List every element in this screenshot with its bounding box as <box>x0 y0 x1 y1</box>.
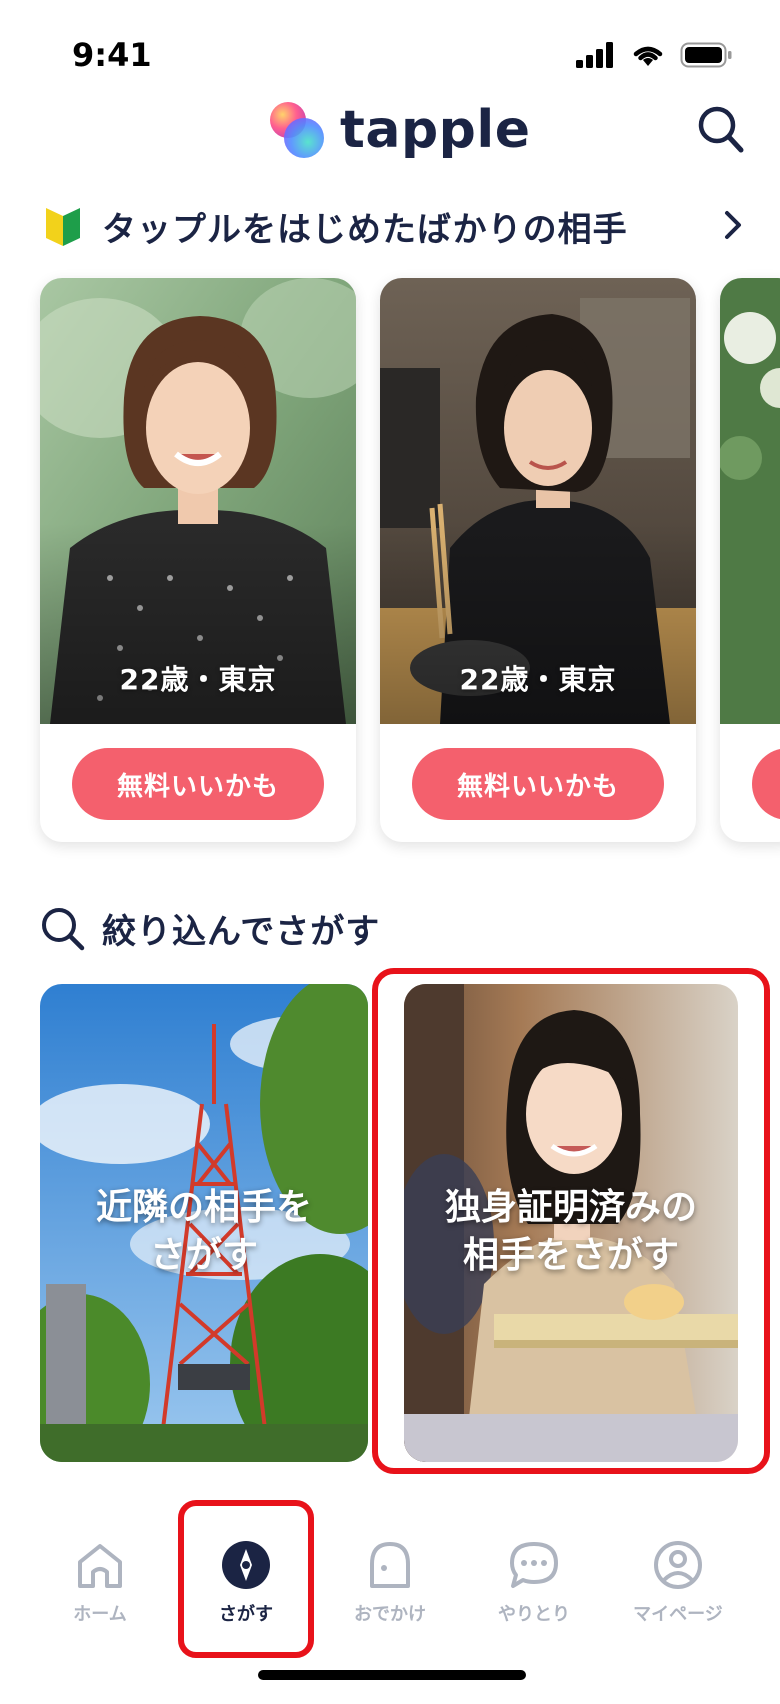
status-icons <box>576 42 732 68</box>
nav-item-mypage[interactable]: マイページ <box>618 1540 738 1626</box>
free-like-button[interactable]: 無料いいかも <box>412 748 664 820</box>
status-time: 9:41 <box>72 36 152 74</box>
nav-label-messages: やりとり <box>498 1604 570 1625</box>
nav-label-mypage: マイページ <box>633 1604 723 1625</box>
bottom-navigation: ホーム さがす おでかけ やりとり マイページ <box>0 1510 780 1660</box>
new-users-section-header[interactable]: タップルをはじめたばかりの相手 <box>44 198 744 254</box>
outing-icon <box>370 1542 410 1588</box>
profile-card[interactable] <box>720 278 780 842</box>
free-like-button[interactable] <box>752 748 780 820</box>
chevron-right-icon[interactable] <box>722 208 744 242</box>
filter-search-section-header: 絞り込んでさがす <box>40 904 380 953</box>
nearby-search-card[interactable]: 近隣の相手を さがす <box>40 984 368 1462</box>
nearby-search-label: 近隣の相手を さがす <box>95 1187 312 1276</box>
filter-search-section-title: 絞り込んでさがす <box>102 912 381 952</box>
search-button[interactable] <box>696 104 746 156</box>
beginner-mark-icon <box>46 208 80 246</box>
nav-label-outing: おでかけ <box>354 1604 426 1625</box>
new-users-section-title: タップルをはじめたばかりの相手 <box>102 209 628 250</box>
battery-icon <box>680 42 732 68</box>
profile-icon <box>654 1541 702 1589</box>
chat-icon <box>510 1542 558 1588</box>
search-icon <box>42 907 85 950</box>
nav-item-home[interactable]: ホーム <box>40 1540 160 1626</box>
highlight-frame <box>178 1500 314 1658</box>
search-icon <box>698 106 744 153</box>
profile-card[interactable]: 22歳・東京 無料いいかも <box>380 278 696 842</box>
nav-label-home: ホーム <box>73 1604 127 1625</box>
home-icon <box>78 1544 122 1588</box>
home-indicator[interactable] <box>258 1670 526 1680</box>
logo-text: tapple <box>340 100 531 160</box>
profile-card[interactable]: 22歳・東京 無料いいかも <box>40 278 356 842</box>
profile-age-location: 22歳・東京 <box>459 663 617 696</box>
cellular-signal-icon <box>576 42 613 68</box>
logo-mark-icon <box>268 100 326 160</box>
nav-item-messages[interactable]: やりとり <box>474 1540 594 1626</box>
nav-item-outing[interactable]: おでかけ <box>330 1540 450 1626</box>
free-like-button[interactable]: 無料いいかも <box>72 748 324 820</box>
profile-age-location: 22歳・東京 <box>119 663 277 696</box>
highlight-frame <box>372 968 770 1474</box>
app-logo: tapple <box>268 100 530 160</box>
wifi-icon <box>633 46 663 66</box>
profile-photo[interactable] <box>720 278 780 724</box>
